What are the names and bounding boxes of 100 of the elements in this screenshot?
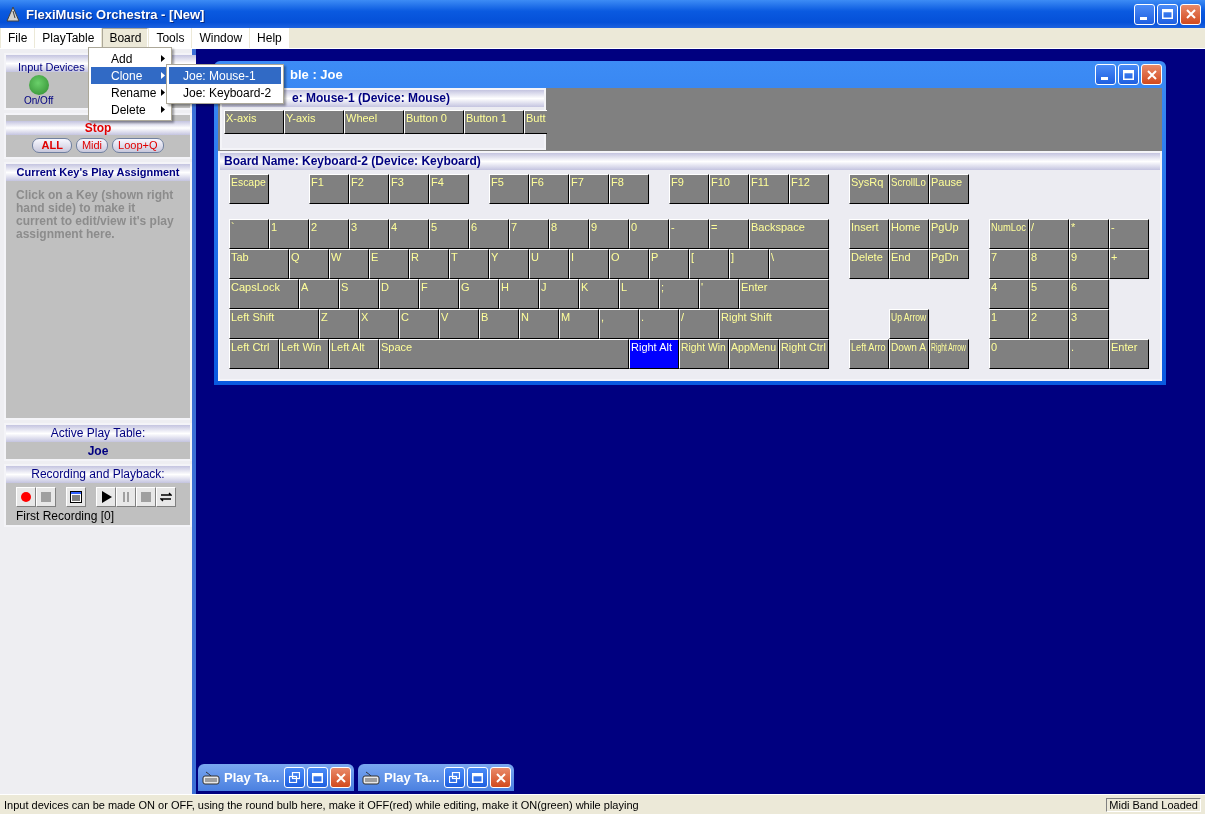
keyboard-key[interactable]: 6 — [469, 219, 509, 249]
keyboard-key[interactable]: Left Ctrl — [229, 339, 279, 369]
minimized-window[interactable]: Play Ta... — [358, 764, 514, 791]
keyboard-key[interactable]: 8 — [549, 219, 589, 249]
keyboard-key[interactable]: F3 — [389, 174, 429, 204]
keyboard-key[interactable]: , — [599, 309, 639, 339]
keyboard-key[interactable]: 5 — [1029, 279, 1069, 309]
keyboard-key[interactable]: T — [449, 249, 489, 279]
keyboard-key[interactable]: C — [399, 309, 439, 339]
keyboard-key[interactable]: Enter — [739, 279, 829, 309]
keyboard-key[interactable]: 2 — [309, 219, 349, 249]
keyboard-key[interactable]: End — [889, 249, 929, 279]
loop-button[interactable] — [156, 487, 176, 507]
keyboard-key[interactable]: Pause — [929, 174, 969, 204]
keyboard-key[interactable]: Right Ctrl — [779, 339, 829, 369]
keyboard-key[interactable]: K — [579, 279, 619, 309]
keyboard-key[interactable]: Right Alt — [629, 339, 679, 369]
keyboard-key[interactable]: 9 — [589, 219, 629, 249]
keyboard-key[interactable]: F1 — [309, 174, 349, 204]
keyboard-key[interactable]: ' — [699, 279, 739, 309]
keyboard-key[interactable]: F10 — [709, 174, 749, 204]
keyboard-key[interactable]: 0 — [989, 339, 1069, 369]
keyboard-key[interactable]: ] — [729, 249, 769, 279]
keyboard-key[interactable]: E — [369, 249, 409, 279]
keyboard-key[interactable]: Up Arrow — [889, 309, 929, 339]
keyboard-key[interactable]: Left Shift — [229, 309, 319, 339]
keyboard-key[interactable]: ScrollLo — [889, 174, 929, 204]
minimize-button[interactable] — [1095, 64, 1116, 85]
keyboard-key[interactable]: F7 — [569, 174, 609, 204]
keyboard-key[interactable]: Tab — [229, 249, 289, 279]
keyboard-key[interactable]: 8 — [1029, 249, 1069, 279]
keyboard-key[interactable]: B — [479, 309, 519, 339]
close-button[interactable] — [490, 767, 511, 788]
mouse-key[interactable]: Button 0 — [404, 110, 464, 134]
keyboard-key[interactable]: \ — [769, 249, 829, 279]
keyboard-key[interactable]: 1 — [269, 219, 309, 249]
maximize-button[interactable] — [307, 767, 328, 788]
keyboard-key[interactable]: Right Shift — [719, 309, 829, 339]
keyboard-key[interactable]: Delete — [849, 249, 889, 279]
maximize-button[interactable] — [1157, 3, 1178, 25]
keyboard-key[interactable]: 4 — [989, 279, 1029, 309]
mouse-key[interactable]: X-axis — [224, 110, 284, 134]
keyboard-key[interactable]: 7 — [989, 249, 1029, 279]
minimize-button[interactable] — [1134, 3, 1155, 25]
record-button[interactable] — [16, 487, 36, 507]
play-button[interactable] — [96, 487, 116, 507]
keyboard-key[interactable]: ` — [229, 219, 269, 249]
keyboard-key[interactable]: A — [299, 279, 339, 309]
menu-item[interactable]: Window — [192, 28, 250, 48]
keyboard-key[interactable]: / — [1029, 219, 1069, 249]
keyboard-key[interactable]: - — [669, 219, 709, 249]
keyboard-key[interactable]: Down A — [889, 339, 929, 369]
menu-item[interactable]: Help — [250, 28, 289, 48]
keyboard-key[interactable]: Left Alt — [329, 339, 379, 369]
mouse-key[interactable]: Wheel — [344, 110, 404, 134]
keyboard-key[interactable]: P — [649, 249, 689, 279]
mouse-key[interactable]: Button 1 — [464, 110, 524, 134]
mouse-key[interactable]: Butt — [524, 110, 547, 134]
keyboard-key[interactable]: SysRq — [849, 174, 889, 204]
keyboard-key[interactable]: 9 — [1069, 249, 1109, 279]
keyboard-key[interactable]: PgUp — [929, 219, 969, 249]
keyboard-key[interactable]: F4 — [429, 174, 469, 204]
stop-button[interactable]: Loop+Q — [112, 138, 164, 153]
restore-button[interactable] — [284, 767, 305, 788]
keyboard-key[interactable]: 1 — [989, 309, 1029, 339]
bulb-toggle[interactable] — [28, 75, 49, 95]
keyboard-key[interactable]: X — [359, 309, 399, 339]
maximize-button[interactable] — [467, 767, 488, 788]
keyboard-key[interactable]: Q — [289, 249, 329, 279]
menu-option[interactable]: Rename — [91, 84, 169, 101]
keyboard-key[interactable]: F11 — [749, 174, 789, 204]
keyboard-key[interactable]: 5 — [429, 219, 469, 249]
keyboard-key[interactable]: F12 — [789, 174, 829, 204]
keyboard-key[interactable]: Enter — [1109, 339, 1149, 369]
keyboard-key[interactable]: 2 — [1029, 309, 1069, 339]
keyboard-key[interactable]: U — [529, 249, 569, 279]
keyboard-key[interactable]: CapsLock — [229, 279, 299, 309]
keyboard-key[interactable]: F5 — [489, 174, 529, 204]
keyboard-key[interactable]: F6 — [529, 174, 569, 204]
keyboard-key[interactable]: ; — [659, 279, 699, 309]
menu-option[interactable]: Clone — [91, 67, 169, 84]
keyboard-key[interactable]: F2 — [349, 174, 389, 204]
keyboard-key[interactable]: H — [499, 279, 539, 309]
menu-item[interactable]: PlayTable — [35, 28, 102, 48]
menu-item[interactable]: Tools — [149, 28, 192, 48]
keyboard-key[interactable]: . — [639, 309, 679, 339]
keyboard-key[interactable]: Left Win — [279, 339, 329, 369]
keyboard-key[interactable]: F8 — [609, 174, 649, 204]
minimized-window[interactable]: Play Ta... — [198, 764, 354, 791]
keyboard-key[interactable]: G — [459, 279, 499, 309]
keyboard-key[interactable]: J — [539, 279, 579, 309]
keyboard-key[interactable]: / — [679, 309, 719, 339]
keyboard-key[interactable]: L — [619, 279, 659, 309]
mouse-key[interactable]: Y-axis — [284, 110, 344, 134]
keyboard-key[interactable]: Backspace — [749, 219, 829, 249]
menu-option[interactable]: Joe: Mouse-1 — [169, 67, 281, 84]
menu-option[interactable]: Delete — [91, 101, 169, 118]
keyboard-key[interactable]: D — [379, 279, 419, 309]
keyboard-key[interactable]: W — [329, 249, 369, 279]
keyboard-key[interactable]: F — [419, 279, 459, 309]
